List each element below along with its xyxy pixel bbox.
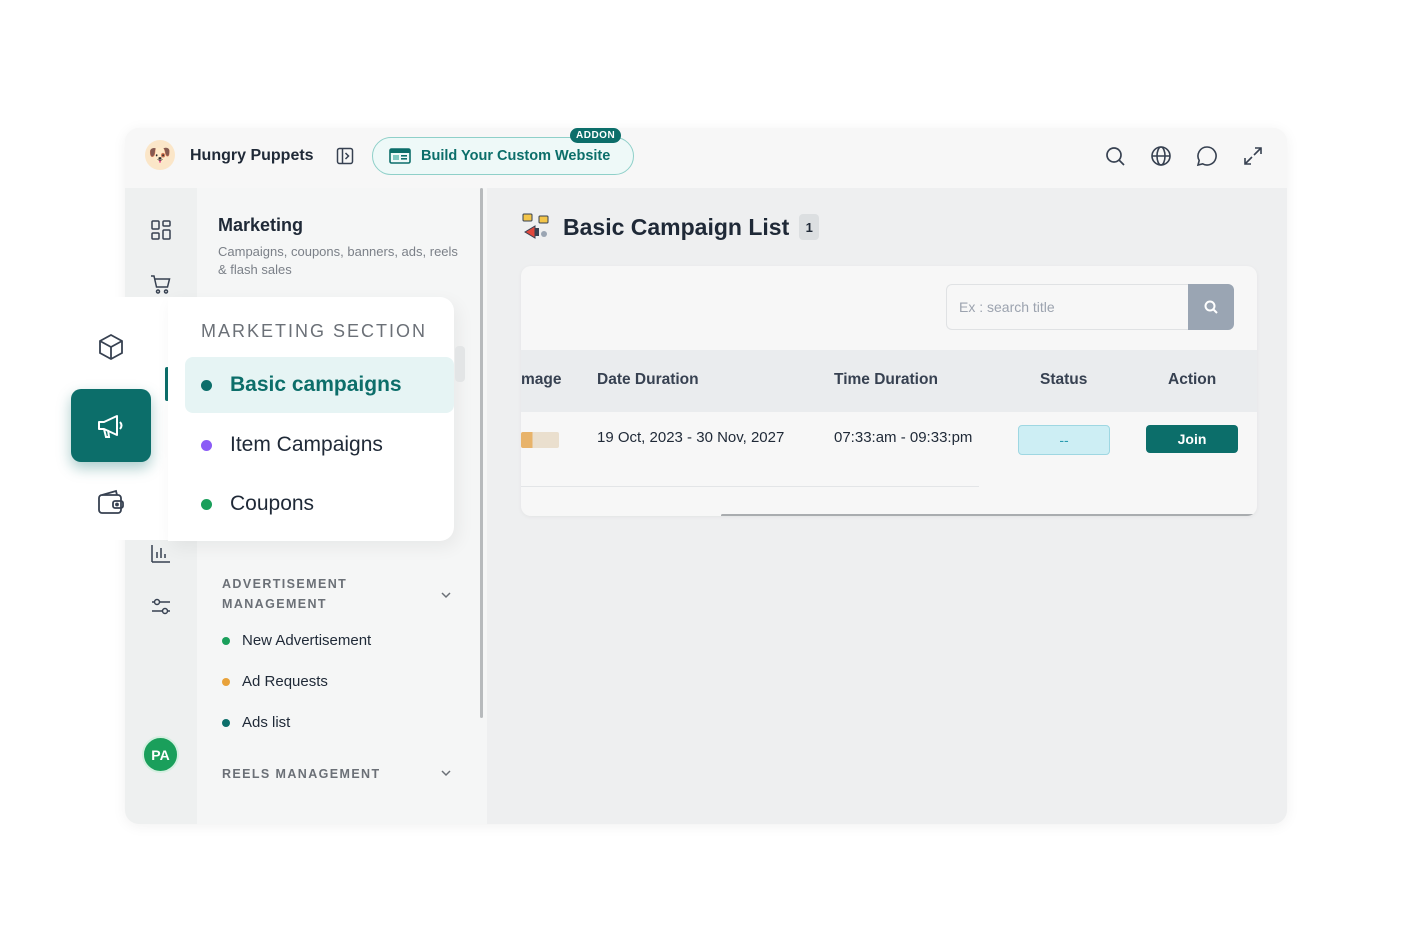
website-builder-icon [389,148,411,164]
sidebar-item-ad-requests[interactable]: Ad Requests [222,673,328,690]
sidebar-toggle-icon[interactable] [336,147,354,165]
menu-item-label: Basic campaigns [230,373,402,396]
marketing-section-heading: MARKETING SECTION [201,321,428,341]
status-dot [201,498,212,510]
table-header: mage Date Duration Time Duration Status … [521,350,1257,412]
sidebar-item-label: New Advertisement [242,632,372,649]
campaign-icon [522,213,549,239]
sidebar-subtitle: Campaigns, coupons, banners, ads, reels … [218,244,458,277]
marketing-section-popout: MARKETING SECTION Basic campaigns Item C… [168,297,454,541]
menu-item-item-campaigns[interactable]: Item Campaigns [185,417,454,473]
box-icon[interactable] [96,332,126,362]
chevron-down-icon[interactable] [439,766,453,780]
chat-icon[interactable] [1196,145,1218,167]
menu-item-coupons[interactable]: Coupons [185,476,454,532]
app-name: Hungry Puppets [190,147,314,164]
settings-sliders-icon[interactable] [149,595,173,619]
campaign-thumbnail [521,432,559,448]
column-header-image: mage [521,371,562,388]
popout-scrollbar[interactable] [455,346,465,382]
search-icon [1204,300,1218,314]
logo: 🐶 [145,140,175,170]
main-content: Basic Campaign List 1 mage Date Duration… [487,188,1287,824]
top-bar: 🐶 Hungry Puppets Build Your Custom Websi… [125,128,1287,188]
status-dot [222,636,230,645]
section-advertisement-management[interactable]: ADVERTISEMENT MANAGEMENT [222,574,372,614]
expand-icon[interactable] [1242,145,1264,167]
sidebar-item-ads-list[interactable]: Ads list [222,714,290,731]
column-header-date-duration: Date Duration [597,371,699,388]
join-button[interactable]: Join [1146,425,1238,453]
status-dot [222,718,230,727]
row-divider [521,486,979,487]
column-header-time-duration: Time Duration [834,371,938,388]
table-horizontal-scrollbar[interactable] [721,514,1257,516]
status-dot [222,677,230,686]
time-duration-cell: 07:33:am - 09:33:pm [834,429,973,446]
count-badge: 1 [799,214,820,240]
search-input[interactable] [946,284,1188,330]
table-row: 19 Oct, 2023 - 30 Nov, 2027 07:33:am - 0… [521,412,1257,472]
cart-icon[interactable] [149,272,173,296]
page-title: Basic Campaign List [563,213,790,240]
campaign-table-card: mage Date Duration Time Duration Status … [521,266,1257,516]
user-avatar[interactable]: PA [142,736,179,773]
marketing-nav-button[interactable] [71,389,151,462]
build-website-label: Build Your Custom Website [421,148,611,164]
dashboard-icon[interactable] [149,218,173,242]
section-reels-management[interactable]: REELS MANAGEMENT [222,764,381,784]
addon-badge: ADDON [570,128,622,143]
column-header-action: Action [1168,371,1217,388]
status-badge: -- [1018,425,1110,455]
menu-item-label: Coupons [230,492,315,515]
status-dot [201,439,212,451]
sidebar-item-label: Ads list [242,714,291,731]
globe-icon[interactable] [1150,145,1172,167]
column-header-status: Status [1040,371,1088,388]
chevron-down-icon[interactable] [439,588,453,602]
date-duration-cell: 19 Oct, 2023 - 30 Nov, 2027 [597,429,785,446]
sidebar-item-new-advertisement[interactable]: New Advertisement [222,632,371,649]
sidebar-title: Marketing [218,215,304,235]
menu-item-basic-campaigns[interactable]: Basic campaigns [185,357,454,413]
sidebar-scrollbar[interactable] [480,188,483,718]
sidebar-item-label: Ad Requests [242,673,328,690]
status-dot [201,379,212,391]
menu-item-label: Item Campaigns [230,433,383,456]
wallet-icon[interactable] [96,488,126,518]
search-button[interactable] [1188,284,1234,330]
page-header: Basic Campaign List 1 [521,212,820,242]
chart-icon[interactable] [149,541,173,565]
megaphone-icon [98,414,123,438]
search-icon[interactable] [1104,145,1126,167]
